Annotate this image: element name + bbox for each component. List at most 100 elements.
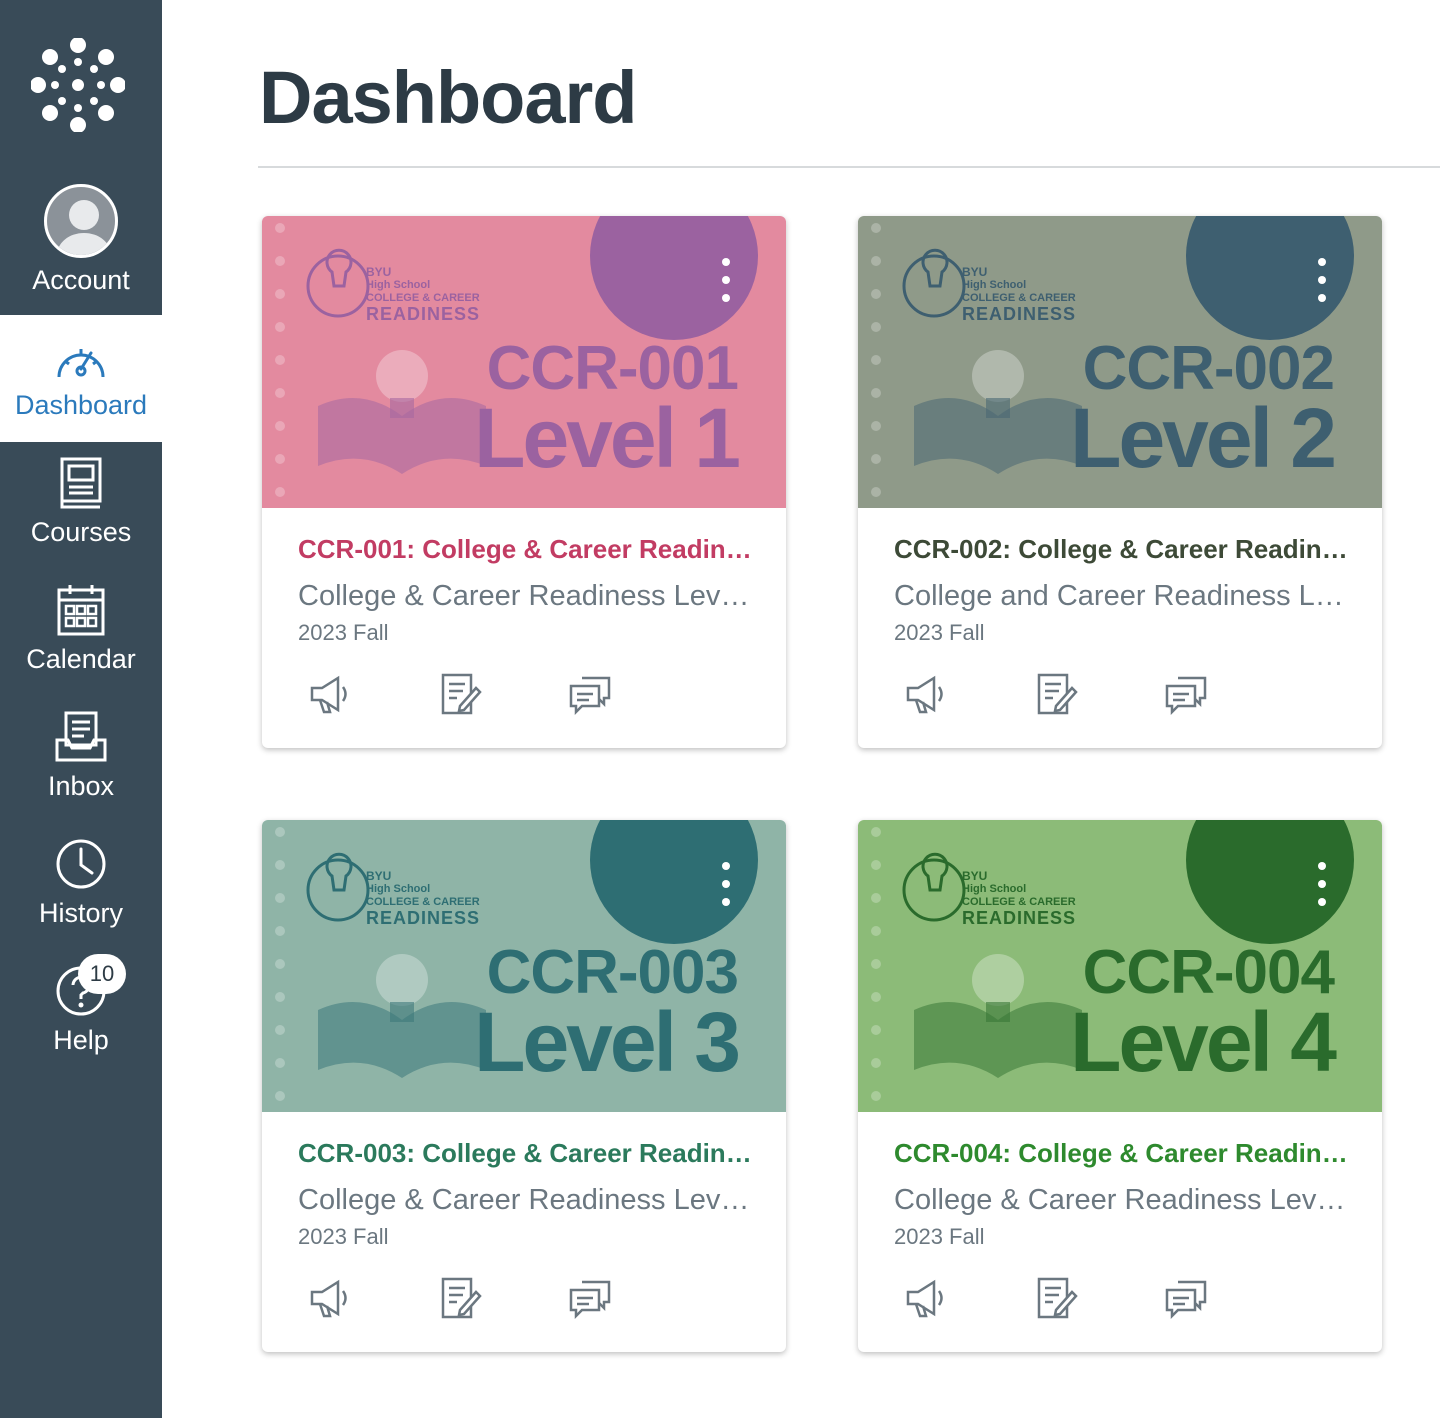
brand-high-school: High School: [366, 883, 431, 895]
nav-history-label: History: [38, 898, 123, 928]
megaphone-icon[interactable]: [308, 672, 352, 716]
assignment-icon[interactable]: [438, 672, 482, 716]
notebook-hole: [275, 959, 285, 969]
nav-inbox-label: Inbox: [47, 771, 115, 801]
nav-dashboard[interactable]: Dashboard: [0, 315, 162, 442]
notebook-hole: [871, 454, 881, 464]
course-options-kebab-icon[interactable]: [714, 860, 738, 910]
course-name-link[interactable]: CCR-001: College & Career Readiness Leve…: [298, 534, 758, 565]
course-name-link[interactable]: CCR-004: College & Career Readiness Leve…: [894, 1138, 1354, 1169]
brand-readiness: READINESS: [962, 304, 1077, 324]
notebook-hole: [275, 893, 285, 903]
nav-calendar[interactable]: Calendar: [0, 569, 162, 696]
notebook-hole: [275, 827, 285, 837]
notebook-hole: [275, 454, 285, 464]
hero-illustration-shape: [390, 1002, 414, 1022]
dashboard-icon: [57, 349, 105, 378]
notebook-hole: [275, 421, 285, 431]
notebook-hole: [275, 860, 285, 870]
page-title: Dashboard: [259, 56, 638, 139]
global-nav: Account Dashboard Courses Calendar Inbox…: [0, 0, 162, 1418]
nav-inbox[interactable]: Inbox: [0, 696, 162, 823]
hero-illustration-shape: [390, 398, 414, 418]
notebook-hole: [871, 1025, 881, 1035]
course-level-heading: Level 1: [474, 391, 741, 485]
megaphone-icon[interactable]: [904, 672, 948, 716]
notebook-hole: [275, 256, 285, 266]
notebook-hole: [871, 289, 881, 299]
course-card[interactable]: BYU High School COLLEGE & CAREER READINE…: [262, 216, 786, 748]
course-options-kebab-icon[interactable]: [1310, 860, 1334, 910]
course-subtitle: College & Career Readiness Level 4: [894, 1184, 1354, 1216]
notebook-hole: [275, 289, 285, 299]
inbox-icon: [55, 711, 107, 762]
brand-high-school: High School: [962, 279, 1027, 291]
book-icon: [60, 457, 102, 509]
course-brand-logo: BYU High School COLLEGE & CAREER READINE…: [962, 266, 1077, 324]
notebook-hole: [275, 322, 285, 332]
discussion-icon[interactable]: [1164, 1276, 1208, 1320]
notebook-hole: [871, 959, 881, 969]
notebook-hole: [871, 487, 881, 497]
brand-byu: BYU: [962, 869, 988, 883]
megaphone-icon[interactable]: [308, 1276, 352, 1320]
course-card[interactable]: BYU High School COLLEGE & CAREER READINE…: [858, 216, 1382, 748]
notebook-hole: [275, 1058, 285, 1068]
discussion-icon[interactable]: [568, 1276, 612, 1320]
notebook-hole: [871, 926, 881, 936]
notebook-hole: [275, 487, 285, 497]
discussion-icon[interactable]: [1164, 672, 1208, 716]
course-term: 2023 Fall: [894, 620, 985, 645]
notebook-hole: [871, 992, 881, 1002]
course-card[interactable]: BYU High School COLLEGE & CAREER READINE…: [262, 820, 786, 1352]
assignment-icon[interactable]: [438, 1276, 482, 1320]
hero-illustration-shape: [986, 1002, 1010, 1022]
notebook-hole: [871, 355, 881, 365]
nav-help-label: Help: [53, 1025, 109, 1055]
nav-courses[interactable]: Courses: [0, 442, 162, 569]
notebook-hole: [275, 223, 285, 233]
assignment-icon[interactable]: [1034, 1276, 1078, 1320]
notebook-hole: [871, 893, 881, 903]
course-name-link[interactable]: CCR-002: College & Career Readiness Leve…: [894, 534, 1354, 565]
course-subtitle: College & Career Readiness Level 3: [298, 1184, 758, 1216]
course-name-link[interactable]: CCR-003: College & Career Readiness Leve…: [298, 1138, 758, 1169]
course-card-hero[interactable]: BYU High School COLLEGE & CAREER READINE…: [858, 216, 1382, 508]
notebook-hole: [275, 1025, 285, 1035]
nav-calendar-label: Calendar: [26, 644, 136, 674]
avatar: [44, 184, 118, 258]
course-subtitle: College & Career Readiness Level 1: [298, 580, 758, 612]
hero-illustration-shape: [972, 350, 1024, 402]
brand-readiness: READINESS: [366, 908, 481, 928]
course-card-hero[interactable]: BYU High School COLLEGE & CAREER READINE…: [262, 216, 786, 508]
brand-byu: BYU: [366, 869, 392, 883]
brand-readiness: READINESS: [366, 304, 481, 324]
assignment-icon[interactable]: [1034, 672, 1078, 716]
course-card[interactable]: BYU High School COLLEGE & CAREER READINE…: [858, 820, 1382, 1352]
notebook-hole: [275, 1091, 285, 1101]
nav-history[interactable]: History: [0, 823, 162, 950]
course-brand-logo: BYU High School COLLEGE & CAREER READINE…: [366, 869, 481, 928]
notebook-hole: [871, 827, 881, 837]
course-options-kebab-icon[interactable]: [714, 256, 738, 306]
discussion-icon[interactable]: [568, 672, 612, 716]
nav-courses-label: Courses: [30, 517, 132, 547]
course-card-hero[interactable]: BYU High School COLLEGE & CAREER READINE…: [262, 820, 786, 1112]
megaphone-icon[interactable]: [904, 1276, 948, 1320]
nav-account[interactable]: Account: [0, 178, 162, 305]
hero-illustration-shape: [972, 954, 1024, 1006]
notebook-hole: [275, 388, 285, 398]
course-options-kebab-icon[interactable]: [1310, 256, 1334, 306]
notebook-hole: [871, 322, 881, 332]
notebook-hole: [275, 926, 285, 936]
canvas-logo-icon[interactable]: [31, 38, 125, 132]
hero-illustration-shape: [986, 398, 1010, 418]
course-subtitle: College and Career Readiness Level 2: [894, 580, 1354, 612]
notebook-hole: [275, 355, 285, 365]
course-card-hero[interactable]: BYU High School COLLEGE & CAREER READINE…: [858, 820, 1382, 1112]
course-level-heading: Level 4: [1070, 995, 1337, 1089]
calendar-icon: [57, 585, 105, 636]
hero-illustration-shape: [376, 350, 428, 402]
course-term: 2023 Fall: [298, 1224, 389, 1249]
brand-high-school: High School: [962, 883, 1027, 895]
